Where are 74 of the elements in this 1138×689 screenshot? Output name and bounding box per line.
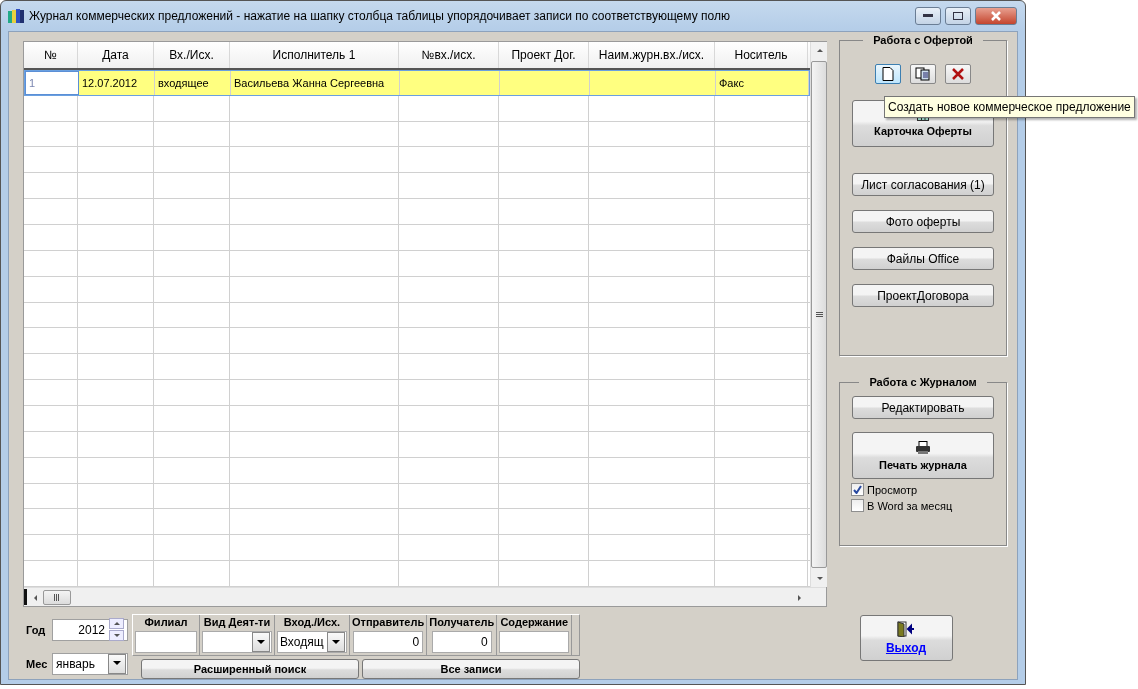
table-cell: входящее xyxy=(155,70,231,95)
door-exit-icon xyxy=(897,621,915,637)
action-button[interactable]: Лист согласования (1) xyxy=(852,173,994,196)
checkbox[interactable] xyxy=(851,499,864,512)
maximize-button[interactable] xyxy=(945,7,971,25)
column-header[interactable]: Дата xyxy=(78,42,154,68)
action-button[interactable]: Файлы Office xyxy=(852,247,994,270)
up-arrow-icon xyxy=(113,620,120,627)
column-header[interactable]: Исполнитель 1 xyxy=(230,42,399,68)
column-header[interactable]: Вх./Исх. xyxy=(154,42,230,68)
filter-label: Филиал xyxy=(144,616,188,630)
table-row[interactable]: 1 12.07.2012 входящее Васильева Жанна Сергеевна Факс xyxy=(24,69,810,96)
dropdown-button[interactable] xyxy=(252,632,270,652)
window-title: Журнал коммерческих предложений - нажатие на шапку столбца таблицы упорядочивает записи по соответствующему полю xyxy=(29,9,731,23)
books-icon xyxy=(7,8,25,24)
column-header[interactable]: Носитель xyxy=(715,42,808,68)
scroll-thumb[interactable] xyxy=(43,589,71,605)
filter-field[interactable] xyxy=(499,631,570,653)
checkbox[interactable] xyxy=(851,483,864,496)
copy-icon xyxy=(915,67,931,81)
right-arrow-icon xyxy=(795,593,803,601)
delete-icon xyxy=(952,68,964,80)
year-spinner[interactable]: 2012 xyxy=(52,618,128,641)
filter-label: Содержание xyxy=(500,616,569,630)
exit-button[interactable]: Выход xyxy=(859,615,953,661)
minimize-button[interactable] xyxy=(915,7,941,25)
column-header[interactable]: Наим.журн.вх./исх. xyxy=(589,42,715,68)
dropdown-button[interactable] xyxy=(108,653,126,674)
print-button[interactable]: Печать журнала xyxy=(852,432,994,479)
month-label: Мес xyxy=(26,657,49,670)
copy-button[interactable] xyxy=(910,64,936,84)
horizontal-scrollbar[interactable] xyxy=(24,587,826,606)
action-button[interactable]: ПроектДоговора xyxy=(852,284,994,307)
filter-label: Получатель xyxy=(429,616,495,630)
caret-icon xyxy=(113,661,121,666)
checkbox-label: Просмотр xyxy=(867,483,918,496)
close-button[interactable] xyxy=(975,7,1017,25)
caret-icon xyxy=(257,639,265,645)
caret-icon xyxy=(332,639,340,645)
filter-label: Отправитель xyxy=(352,616,425,630)
close-icon xyxy=(991,11,1001,21)
checkbox-label: В Word за месяц xyxy=(867,499,953,512)
up-arrow-icon xyxy=(815,47,823,54)
new-button[interactable] xyxy=(875,64,901,84)
month-dropdown[interactable]: январь xyxy=(52,652,128,675)
printer-icon xyxy=(915,440,931,455)
filter-field[interactable]: 0 xyxy=(353,631,424,653)
filter-label: Вход./Исх. xyxy=(283,616,341,630)
maximize-icon xyxy=(953,12,963,20)
filter-field[interactable] xyxy=(135,631,197,653)
table-cell: Васильева Жанна Сергеевна xyxy=(231,70,400,95)
filter-button[interactable]: Все записи xyxy=(362,659,580,679)
table-cell: 1 xyxy=(25,70,79,95)
filter-button[interactable]: Расширенный поиск xyxy=(141,659,359,679)
action-button[interactable]: Фото оферты xyxy=(852,210,994,233)
minimize-icon xyxy=(923,14,933,18)
filter-label: Вид Деят-ти xyxy=(203,616,271,630)
column-header[interactable]: №вх./исх. xyxy=(399,42,499,68)
edit-button[interactable]: Редактировать xyxy=(852,396,994,419)
delete-button[interactable] xyxy=(945,64,971,84)
tooltip: Создать новое коммерческое предложение xyxy=(884,96,1135,118)
group-title: Работа с Офертой xyxy=(872,34,974,46)
dropdown-button[interactable] xyxy=(327,632,345,652)
year-label: Год xyxy=(26,623,47,636)
filter-field[interactable]: 0 xyxy=(431,631,492,653)
down-arrow-icon xyxy=(113,632,120,639)
column-header[interactable]: № xyxy=(24,42,78,68)
group-title: Работа с Журналом xyxy=(868,376,978,388)
new-document-icon xyxy=(882,67,894,81)
column-header[interactable]: Проект Дог. xyxy=(499,42,589,68)
table-cell: 12.07.2012 xyxy=(79,70,155,95)
down-arrow-icon xyxy=(815,575,823,582)
table-cell: Факс xyxy=(716,70,809,95)
filter-dropdown[interactable]: Входящ xyxy=(277,631,347,653)
